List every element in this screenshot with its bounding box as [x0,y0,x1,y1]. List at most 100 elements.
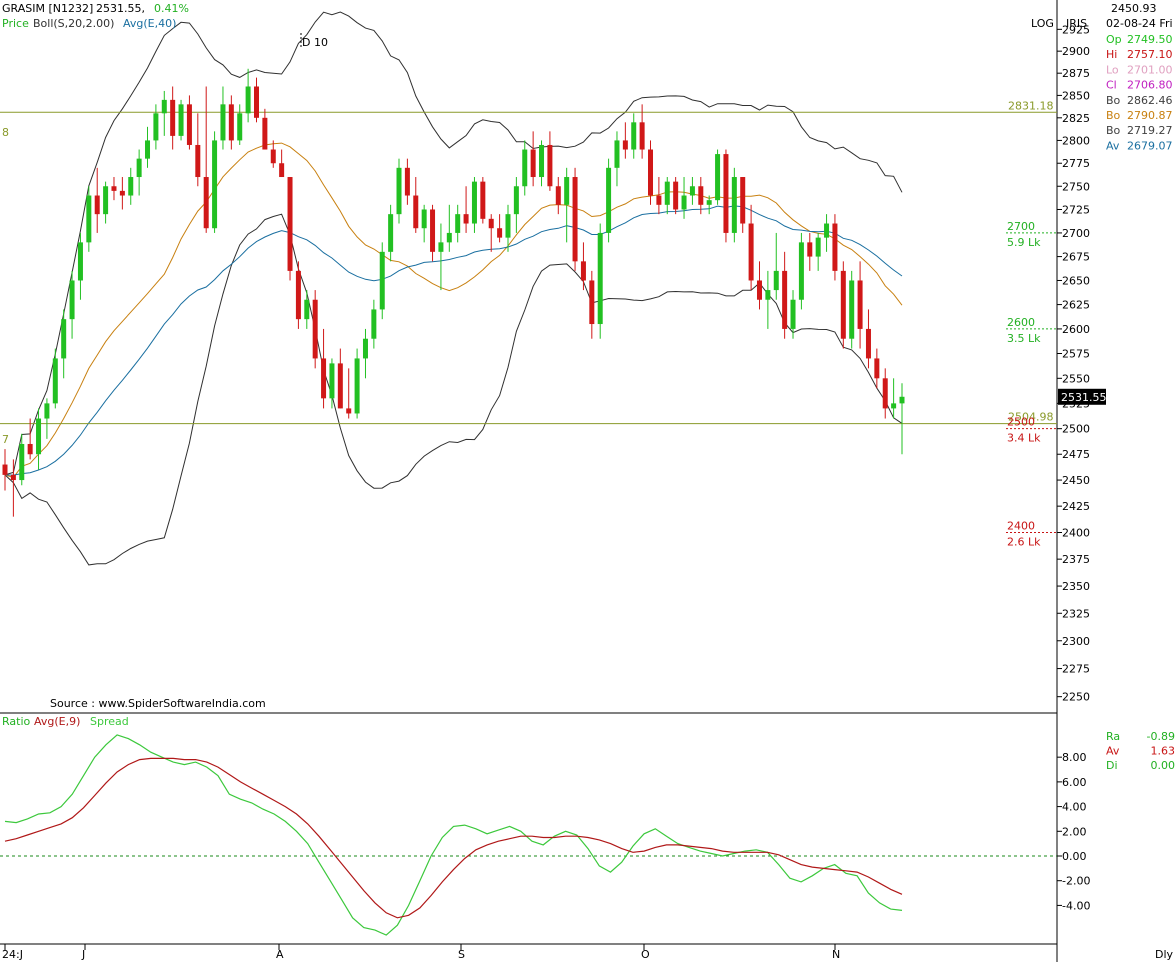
readout-key: Av [1106,745,1120,758]
candle-body [865,328,871,359]
candle-body [354,358,360,414]
price-tick-label: 2350 [1062,580,1090,593]
candle-body [195,144,201,178]
price-tick-label: 2675 [1062,251,1090,264]
candle-body [446,232,452,243]
bollinger-lower-line [4,213,903,566]
candle-body [740,177,746,224]
candle-body [312,299,318,359]
price-tick-label: 2600 [1062,323,1090,336]
candle-body [715,154,721,201]
candle-body [622,140,628,150]
info-key: Bo [1106,124,1121,137]
candle-body [421,209,427,229]
price-tick-label: 2900 [1062,45,1090,58]
candle-body [128,177,134,196]
candle-body [748,223,754,281]
volume-level-amount: 3.5 Lk [1007,332,1041,345]
candle-body [61,319,67,359]
candle-body [597,232,603,325]
candle-body [849,280,855,339]
indicator-tick-label: -2.00 [1062,875,1090,888]
candle-body [44,403,50,419]
volume-level-amount: 5.9 Lk [1007,236,1041,249]
candle-body [245,86,251,114]
readout-value: 0.00 [1151,759,1176,772]
indicator-axis: 8.00 6.00 4.00 2.00 0.00 -2.00 -4.00 [1057,751,1090,912]
volume-level-price: 2400 [1007,520,1035,533]
time-tick-label: O [641,948,650,961]
price-tick-label: 2550 [1062,372,1090,385]
candle-body [606,167,612,233]
candle-body [228,104,234,141]
candle-body [346,408,352,414]
candle-body [782,270,788,329]
volume-level-amount: 3.4 Lk [1007,432,1041,445]
legend-avg9: Avg(E,9) [34,715,80,728]
candle-body [94,195,100,215]
legend-price: Price [2,17,29,30]
candle-body [765,290,771,300]
indicator-tick-label: 0.00 [1062,850,1087,863]
candle-body [689,186,695,196]
indicator-readout: Ra -0.89 Av 1.63 Di 0.00 [1106,730,1175,772]
annotation-label: D 10 [302,36,328,49]
price-tick-label: 2400 [1062,527,1090,540]
price-tick-label: 2475 [1062,448,1090,461]
candle-body [2,464,8,475]
readout-key: Ra [1106,730,1120,743]
candle-body [664,181,670,205]
candle-body [388,214,394,252]
price-tick-label: 2300 [1062,635,1090,648]
scale-mode-label[interactable]: LOG [1031,17,1054,30]
price-tick-label: 2750 [1062,180,1090,193]
candle-body [304,299,310,320]
candle-body [807,242,813,257]
candle-body [396,167,402,215]
info-key: Hi [1106,48,1117,61]
candle-body [815,237,821,257]
candle-body [279,163,285,178]
info-key: Bo [1106,109,1121,122]
candle-body [212,140,218,229]
candle-body [262,117,268,150]
candle-body [648,149,654,196]
candle-body [681,195,687,210]
candle-body [513,186,519,215]
candle-body [555,186,561,205]
candle-body [111,186,117,191]
candle-body [530,149,536,178]
candle-body [270,149,276,164]
legend-ratio: Ratio [2,715,31,728]
candle-body [463,214,469,224]
candle-body [522,149,528,187]
candle-body [430,209,436,252]
readout-value: -0.89 [1147,730,1175,743]
candle-body [136,158,142,178]
candle-body [539,144,545,178]
candle-body [413,195,419,229]
candle-body [698,186,704,205]
candle-body [371,309,377,339]
candle-body [438,242,444,252]
candle-body [631,122,637,150]
info-value: 2790.87 [1127,109,1173,122]
legend-spread: Spread [90,715,129,728]
volume-level-price: 2600 [1007,316,1035,329]
last-price-value: 2531.55 [1061,391,1107,404]
candle-body [186,104,192,145]
candle-body [731,177,737,233]
level-label: 2831.18 [1008,99,1054,112]
candle-body [161,99,167,114]
info-key: Av [1106,139,1120,152]
candle-body [103,186,109,215]
price-tick-label: 2650 [1062,274,1090,287]
candle-body [220,104,226,141]
price-axis: 2925290028752850282528002775275027252700… [1057,23,1090,704]
price-tick-label: 2425 [1062,500,1090,513]
candle-body [362,338,368,359]
candle-body [86,195,92,243]
candle-body [287,177,293,271]
interval-label[interactable]: Dly [1155,948,1174,961]
candle-body [723,154,729,233]
